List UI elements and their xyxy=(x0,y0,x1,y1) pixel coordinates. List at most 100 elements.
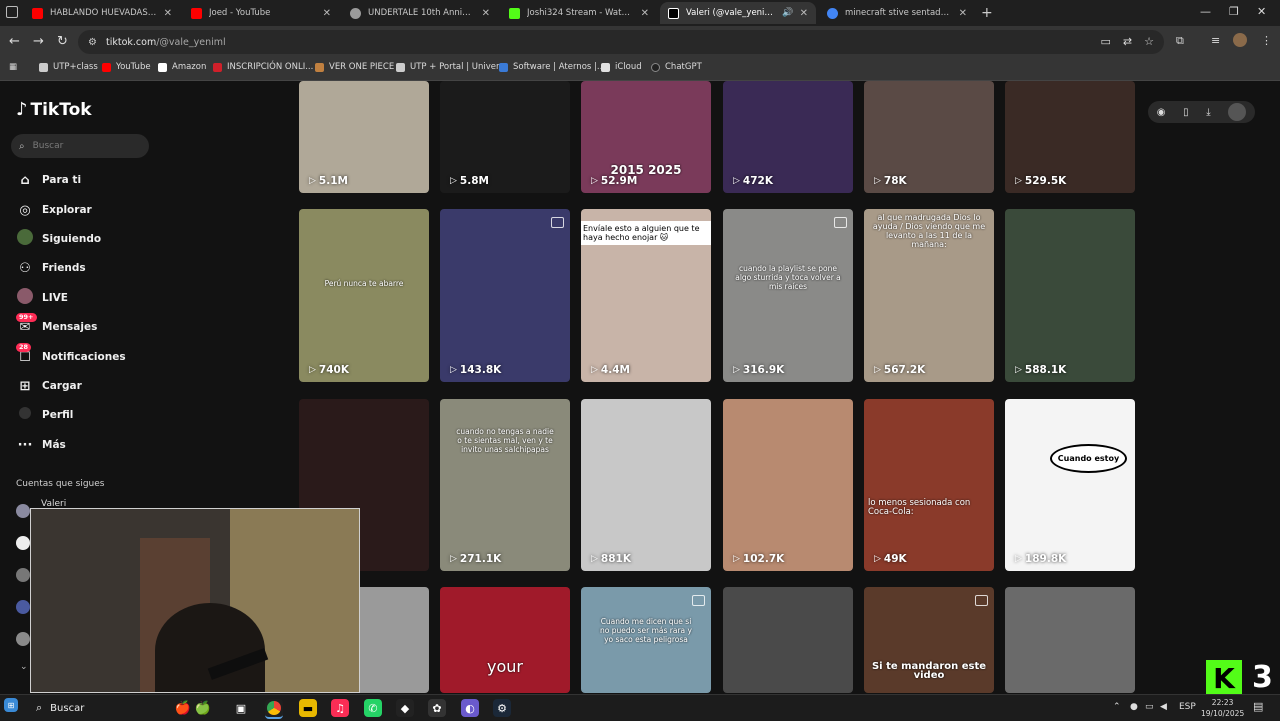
translate-icon[interactable]: ⇄ xyxy=(1123,35,1132,48)
tab-close-icon[interactable]: ✕ xyxy=(164,8,172,19)
tab-close-icon[interactable]: ✕ xyxy=(323,8,331,19)
video-thumbnail[interactable]: cuando la playlist se pone algo sturrida… xyxy=(723,209,853,382)
browser-tab[interactable]: Joshi324 Stream - Watch Live o ✕ xyxy=(501,2,657,24)
volume-icon[interactable]: ◀ xyxy=(1160,702,1167,712)
language-indicator[interactable]: ESP xyxy=(1179,702,1196,712)
video-thumbnail[interactable] xyxy=(723,587,853,693)
video-thumbnail[interactable]: Si te mandaron este video xyxy=(864,587,994,693)
nav-mas[interactable]: ··· Más xyxy=(16,435,66,455)
mic-tray-icon[interactable]: ● xyxy=(1130,702,1138,712)
discord-icon[interactable]: ◐ xyxy=(461,699,479,717)
video-thumbnail[interactable]: Envíale esto a alguien que te haya hecho… xyxy=(581,209,711,382)
download-icon[interactable]: ⤓ xyxy=(1206,107,1210,118)
video-thumbnail[interactable]: cuando no tengas a nadie o te sientas ma… xyxy=(440,399,570,571)
nav-explorar[interactable]: ◎ Explorar xyxy=(16,200,91,220)
app-icon[interactable]: ◆ xyxy=(396,699,414,717)
apps-grid-icon[interactable]: ▦ xyxy=(9,62,17,72)
bookmark-item[interactable]: ChatGPT xyxy=(651,62,702,72)
site-info-icon[interactable]: ⚙ xyxy=(88,37,102,48)
chevron-down-icon[interactable]: ⌄ xyxy=(20,662,28,672)
search-input[interactable]: ⌕ Buscar xyxy=(11,134,149,158)
extensions-icon[interactable]: ⧉ xyxy=(1176,34,1184,48)
tab-close-icon[interactable]: ✕ xyxy=(641,8,649,19)
device-icon[interactable]: ▯ xyxy=(1183,107,1189,118)
nav-friends[interactable]: ⚇ Friends xyxy=(16,258,85,278)
video-thumbnail[interactable]: ▷ 78K xyxy=(864,81,994,193)
bookmark-item[interactable]: VER ONE PIECE xyxy=(315,62,394,72)
video-thumbnail[interactable] xyxy=(1005,587,1135,693)
network-icon[interactable]: ▭ xyxy=(1145,702,1154,712)
video-thumbnail[interactable]: ▷ 5.1M xyxy=(299,81,429,193)
following-avatar[interactable] xyxy=(16,632,30,646)
nav-cargar[interactable]: ⊞ Cargar xyxy=(16,376,82,396)
nav-siguiendo[interactable]: Siguiendo xyxy=(16,229,101,249)
bookmark-item[interactable]: INSCRIPCIÓN ONLI... xyxy=(213,62,313,72)
taskbar-clock[interactable]: 22:23 19/10/2025 xyxy=(1201,697,1244,719)
video-thumbnail[interactable]: Cuando me dicen que si no puedo ser más … xyxy=(581,587,711,693)
menu-kebab-icon[interactable]: ⋮ xyxy=(1261,34,1272,47)
reading-list-icon[interactable]: ≡ xyxy=(1211,34,1220,47)
tiktok-logo[interactable]: ♪ TikTok xyxy=(16,99,92,120)
profile-avatar[interactable] xyxy=(1233,33,1247,47)
reload-icon[interactable]: ↻ xyxy=(57,34,68,49)
nav-live[interactable]: LIVE xyxy=(16,288,68,308)
bookmark-item[interactable]: YouTube xyxy=(102,62,151,72)
task-view-icon[interactable]: ▣ xyxy=(232,699,250,717)
coin-icon[interactable]: ◉ xyxy=(1157,107,1166,118)
cast-icon[interactable]: ▭ xyxy=(1101,35,1111,48)
browser-tab[interactable]: UNDERTALE 10th Anniversary ✕ xyxy=(342,2,498,24)
bookmark-item[interactable]: Amazon xyxy=(158,62,206,72)
following-avatar[interactable] xyxy=(16,600,30,614)
taskbar-search[interactable]: ⌕ Buscar xyxy=(36,698,166,718)
audio-playing-icon[interactable]: 🔊 xyxy=(782,8,793,18)
video-thumbnail[interactable]: lo menos sesionada con Coca-Cola: ▷ 49K xyxy=(864,399,994,571)
address-bar[interactable]: ⚙ tiktok.com/@vale_yeniml ▭ ⇄ ☆ xyxy=(78,30,1164,54)
tab-close-icon[interactable]: ✕ xyxy=(482,8,490,19)
forward-arrow-icon[interactable]: → xyxy=(33,34,44,49)
music-icon[interactable]: ♫ xyxy=(331,699,349,717)
new-tab-button[interactable]: + xyxy=(981,5,993,21)
video-thumbnail[interactable]: your xyxy=(440,587,570,693)
close-window-icon[interactable]: ✕ xyxy=(1257,5,1266,18)
browser-tab[interactable]: HABLANDO HUEVADAS - "JORG ✕ xyxy=(24,2,180,24)
video-thumbnail[interactable]: Cuando estoy ▷ 189.8K xyxy=(1005,399,1135,571)
file-explorer-icon[interactable]: ▬ xyxy=(299,699,317,717)
nav-notificaciones[interactable]: ☐ 28 Notificaciones xyxy=(16,342,126,367)
nav-perfil[interactable]: Perfil xyxy=(16,405,73,425)
fruit-widget-icon[interactable]: 🍏 xyxy=(194,699,212,717)
notification-center-icon[interactable]: ▤ xyxy=(1253,700,1263,713)
following-avatar[interactable] xyxy=(16,536,30,550)
video-thumbnail[interactable]: Perú nunca te abarre ▷ 740K xyxy=(299,209,429,382)
fruit-widget-icon[interactable]: 🍎 xyxy=(174,699,192,717)
video-thumbnail[interactable]: ▷ 102.7K xyxy=(723,399,853,571)
video-thumbnail[interactable]: 2015 2025 ▷ 52.9M xyxy=(581,81,711,193)
browser-tab[interactable]: minecraft stive sentado - Busca ✕ xyxy=(819,2,975,24)
nav-mensajes[interactable]: ✉ 99+ Mensajes xyxy=(16,312,97,337)
video-thumbnail[interactable]: ▷ 529.5K xyxy=(1005,81,1135,193)
user-avatar[interactable] xyxy=(1228,103,1247,121)
bookmark-item[interactable]: UTP + Portal | Univer... xyxy=(396,62,507,72)
chatgpt-icon[interactable]: ✿ xyxy=(428,699,446,717)
bookmark-item[interactable]: iCloud xyxy=(601,62,642,72)
whatsapp-icon[interactable]: ✆ xyxy=(364,699,382,717)
following-avatar[interactable] xyxy=(16,568,30,582)
back-arrow-icon[interactable]: ← xyxy=(9,34,20,49)
bookmark-star-icon[interactable]: ☆ xyxy=(1144,35,1154,48)
tray-chevron-icon[interactable]: ⌃ xyxy=(1113,702,1121,712)
nav-para-ti[interactable]: ⌂ Para ti xyxy=(16,170,81,190)
following-avatar[interactable] xyxy=(16,504,30,518)
bookmark-item[interactable]: Software | Aternos |... xyxy=(499,62,605,72)
restore-icon[interactable]: ❐ xyxy=(1229,5,1239,18)
video-thumbnail[interactable]: ▷ 588.1K xyxy=(1005,209,1135,382)
video-thumbnail[interactable]: al que madrugada Dios lo ayuda / Dios vi… xyxy=(864,209,994,382)
browser-tab[interactable]: Joed - YouTube ✕ xyxy=(183,2,339,24)
bookmark-item[interactable]: UTP+class xyxy=(39,62,98,72)
steam-icon[interactable]: ⚙ xyxy=(493,699,511,717)
video-thumbnail[interactable]: ▷ 881K xyxy=(581,399,711,571)
tab-close-icon[interactable]: ✕ xyxy=(800,8,808,19)
browser-tab-active[interactable]: Valeri (@vale_yeniml) | TikT 🔊 ✕ xyxy=(660,2,816,24)
chrome-taskbar-icon[interactable] xyxy=(265,699,283,719)
tab-close-icon[interactable]: ✕ xyxy=(959,8,967,19)
video-thumbnail[interactable]: ▷ 143.8K xyxy=(440,209,570,382)
video-thumbnail[interactable]: ▷ 5.8M xyxy=(440,81,570,193)
